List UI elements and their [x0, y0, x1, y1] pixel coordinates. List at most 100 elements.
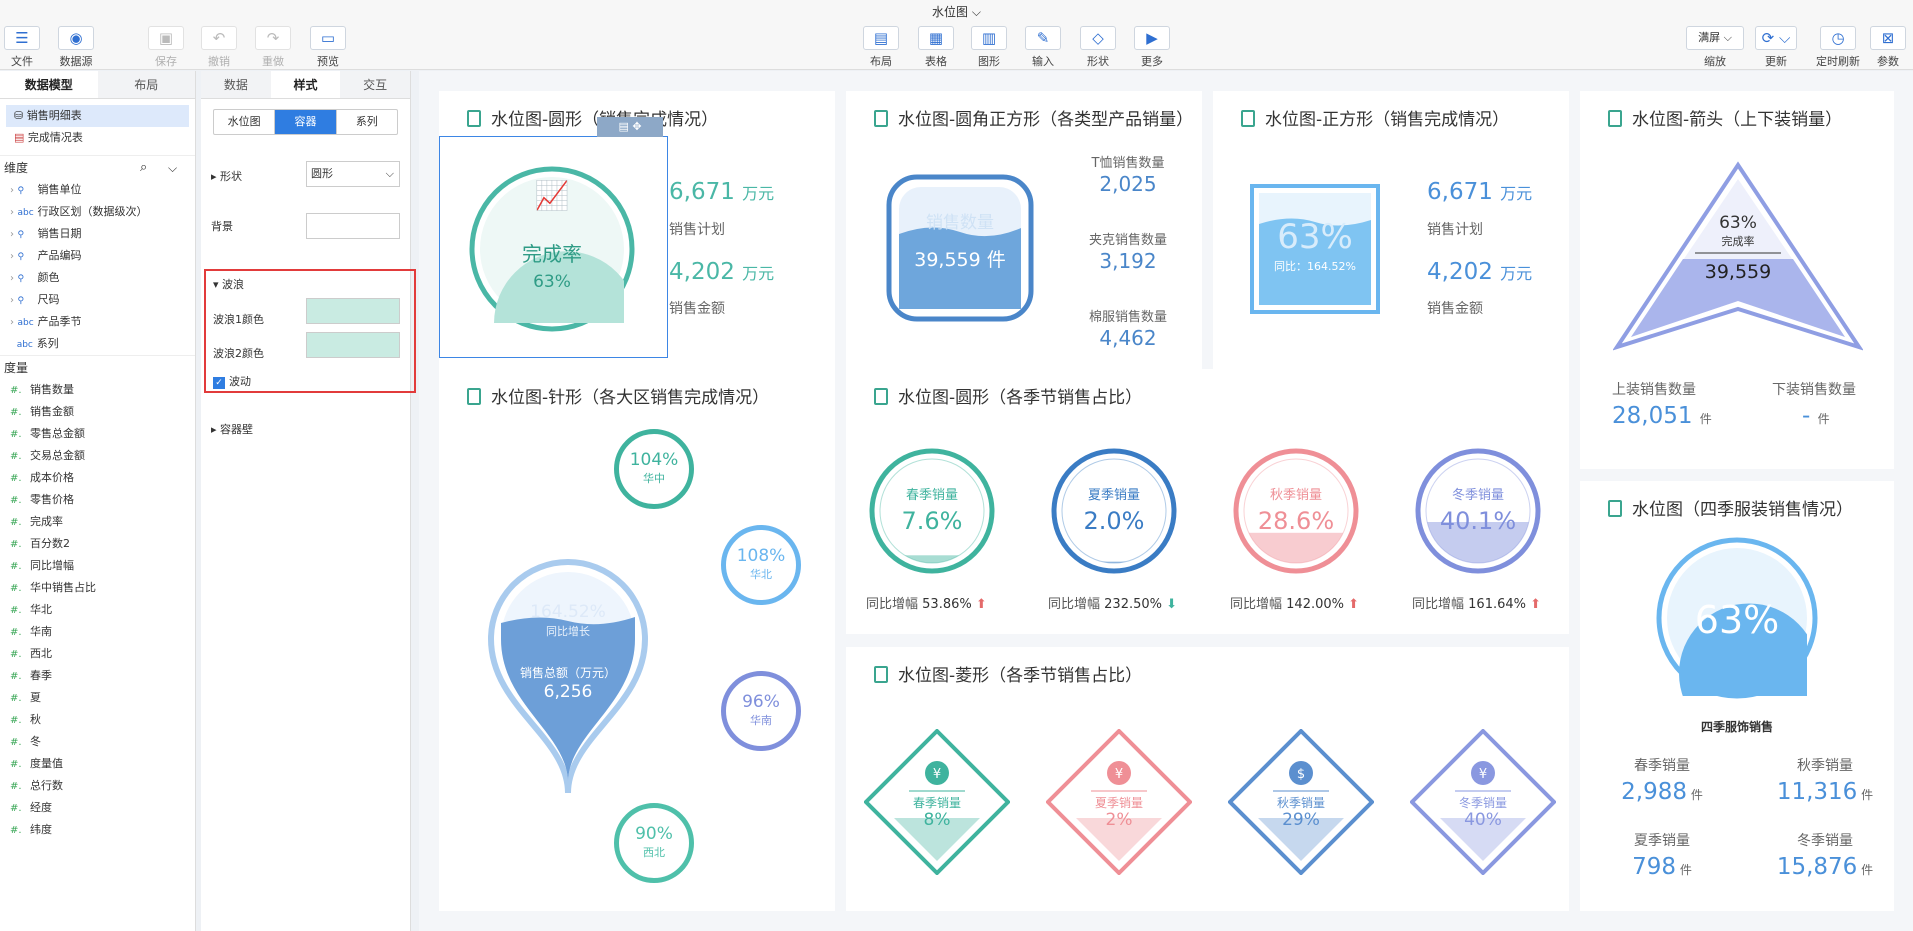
svg-text:39,559: 39,559: [1705, 261, 1771, 283]
card-action-bar[interactable]: ▤ ✥: [597, 117, 663, 137]
svg-text:同比增长: 同比增长: [546, 624, 590, 638]
svg-text:40.1%: 40.1%: [1440, 507, 1516, 535]
card-circle-completion[interactable]: 水位图-圆形（销售完成情况） ▤ ✥ 📈 完成率 63% 6,671 万元 销售…: [439, 91, 835, 377]
measure-item[interactable]: #. 零售价格: [0, 489, 195, 511]
table-button[interactable]: ▦ 表格: [909, 26, 963, 69]
table-item[interactable]: ⛁ 销售明细表: [6, 105, 189, 127]
card-square-completion[interactable]: 水位图-正方形（销售完成情况） 63% 同比：164.52% 6,671 万元 …: [1213, 91, 1569, 377]
center-value: 39,559 件: [914, 249, 1006, 271]
card-season-diamonds[interactable]: 水位图-菱形（各季节销售占比） ¥ 春季销量 8% ¥ 夏季销量 2% $ 秋季销量 29% ¥ 冬…: [846, 647, 1569, 911]
card-pin[interactable]: 水位图-针形（各大区销售完成情况） 164.52% 同比增长 销售总额（万元） …: [439, 369, 835, 911]
measure-icon: #.: [10, 473, 22, 484]
measure-icon: #.: [10, 649, 22, 660]
tab-style[interactable]: 样式: [270, 71, 341, 98]
graph-button[interactable]: ▥ 图形: [962, 26, 1016, 69]
dimension-item[interactable]: › ⚲ 产品编码: [0, 245, 195, 267]
wave2-color[interactable]: [306, 332, 400, 358]
wave1-color[interactable]: [306, 298, 400, 324]
doc-icon: [467, 388, 481, 405]
measure-item[interactable]: #. 同比增幅: [0, 555, 195, 577]
big-circle-gauge: 63%: [1656, 537, 1818, 699]
dimension-item[interactable]: › ⚲ 销售日期: [0, 223, 195, 245]
card-season-circles[interactable]: 水位图-圆形（各季节销售占比） 春季销量 7.6% 同比增幅 53.86% ⬆ 夏季销…: [846, 369, 1569, 634]
measure-item[interactable]: #. 夏: [0, 687, 195, 709]
shape-select[interactable]: 圆形 ⌵: [306, 161, 400, 187]
dimension-item[interactable]: › ⚲ 销售单位: [0, 179, 195, 201]
datasource-button[interactable]: ◉ 数据源: [49, 26, 103, 69]
dimension-item[interactable]: abc 系列: [0, 333, 195, 355]
shape-button[interactable]: ◇ 形状: [1071, 26, 1125, 69]
params-button[interactable]: ⊠ 参数: [1861, 26, 1913, 69]
card-four-seasons[interactable]: 水位图（四季服装销售情况） 63% 四季服饰销售 春季销量 2,988 件秋季销量…: [1580, 481, 1894, 911]
dimension-item[interactable]: › abc 行政区划（数据级次）: [0, 201, 195, 223]
svg-text:销售总额（万元）: 销售总额（万元）: [520, 665, 616, 680]
measure-icon: #.: [10, 385, 22, 396]
layout-button[interactable]: ▤ 布局: [854, 26, 908, 69]
measure-item[interactable]: #. 度量值: [0, 753, 195, 775]
tab-data[interactable]: 数据: [201, 71, 271, 98]
tab-data-model[interactable]: 数据模型: [0, 71, 98, 98]
svg-text:夏季销量: 夏季销量: [1088, 488, 1140, 503]
measure-item[interactable]: #. 华南: [0, 621, 195, 643]
input-button[interactable]: ✎ 输入: [1016, 26, 1070, 69]
card-rounded-square[interactable]: 水位图-圆角正方形（各类型产品销量） 销售数量 39,559 件 T恤销售数量 2…: [846, 91, 1202, 377]
measure-item[interactable]: #. 销售数量: [0, 379, 195, 401]
dimension-item[interactable]: › ⚲ 尺码: [0, 289, 195, 311]
measure-item[interactable]: #. 交易总金额: [0, 445, 195, 467]
card-arrow[interactable]: 水位图-箭头（上下装销量） 63% 完成率 39,559 上装销售数量 28,0…: [1580, 91, 1894, 469]
measure-icon: #.: [10, 539, 22, 550]
rounded-square-gauge: 销售数量 39,559 件: [886, 174, 1034, 322]
measure-item[interactable]: #. 冬: [0, 731, 195, 753]
wave-circle: 📈 完成率 63%: [469, 166, 635, 332]
redo-button[interactable]: ↷ 重做: [246, 26, 300, 69]
refresh-button[interactable]: ⟳ ⌵ 更新: [1749, 26, 1803, 69]
measure-item[interactable]: #. 零售总金额: [0, 423, 195, 445]
measure-item[interactable]: #. 销售金额: [0, 401, 195, 423]
measure-item[interactable]: #. 百分数2: [0, 533, 195, 555]
measure-header: 度量: [0, 355, 195, 379]
growth-label: 同比增幅 142.00% ⬆: [1230, 597, 1360, 612]
measure-item[interactable]: #. 华北: [0, 599, 195, 621]
growth-label: 同比增幅 232.50% ⬇: [1048, 597, 1178, 612]
measure-icon: #.: [10, 605, 22, 616]
measure-item[interactable]: #. 纬度: [0, 819, 195, 841]
growth-label: 同比增幅 53.86% ⬆: [866, 597, 987, 612]
shape-section[interactable]: ▸ 形状: [211, 168, 242, 184]
container-wall-section[interactable]: ▸ 容器壁: [211, 421, 253, 437]
center-value: 63%: [533, 272, 571, 292]
measure-item[interactable]: #. 成本价格: [0, 467, 195, 489]
measure-item[interactable]: #. 完成率: [0, 511, 195, 533]
property-panel: 数据 样式 交互 水位图 容器 系列 ▸ 形状 圆形 ⌵ 背景 ▾ 波浪 波浪1颜…: [201, 71, 416, 931]
table-item[interactable]: ▤ 完成情况表: [6, 127, 189, 149]
subtab-waterlevel[interactable]: 水位图: [214, 110, 276, 134]
dimension-item[interactable]: › abc 产品季节: [0, 311, 195, 333]
tab-layout[interactable]: 布局: [98, 71, 196, 98]
region-ring: 90% 西北: [614, 803, 694, 883]
subtab-container[interactable]: 容器: [275, 110, 337, 134]
measure-item[interactable]: #. 华中销售占比: [0, 577, 195, 599]
measure-item[interactable]: #. 经度: [0, 797, 195, 819]
wave-section[interactable]: ▾ 波浪: [213, 276, 244, 292]
more-button[interactable]: ▶ 更多: [1125, 26, 1179, 69]
undo-button[interactable]: ↶ 撤销: [192, 26, 246, 69]
dimension-item[interactable]: › ⚲ 颜色: [0, 267, 195, 289]
measure-item[interactable]: #. 秋: [0, 709, 195, 731]
preview-button[interactable]: ▭ 预览: [301, 26, 355, 69]
report-title[interactable]: 水位图 ⌵: [0, 3, 1913, 20]
save-button[interactable]: ▣ 保存: [139, 26, 193, 69]
product-value: 3,192: [1099, 249, 1157, 273]
measure-item[interactable]: #. 春季: [0, 665, 195, 687]
search-icon[interactable]: ⌕: [140, 156, 147, 180]
tab-interaction[interactable]: 交互: [340, 71, 410, 98]
file-button[interactable]: ☰ 文件: [0, 26, 49, 69]
svg-text:春季销量: 春季销量: [906, 488, 958, 503]
chevron-down-icon[interactable]: ⌵: [168, 156, 177, 180]
subtab-series[interactable]: 系列: [337, 110, 397, 134]
background-input[interactable]: [306, 213, 400, 239]
season-circle-gauge: 秋季销量 28.6%: [1233, 448, 1359, 575]
zoom-select[interactable]: 满屏 ⌵ 缩放: [1685, 26, 1745, 69]
measure-item[interactable]: #. 西北: [0, 643, 195, 665]
measure-item[interactable]: #. 总行数: [0, 775, 195, 797]
flow-checkbox[interactable]: ✓ 波动: [213, 373, 251, 389]
bar-chart-icon: ▥: [971, 26, 1007, 50]
